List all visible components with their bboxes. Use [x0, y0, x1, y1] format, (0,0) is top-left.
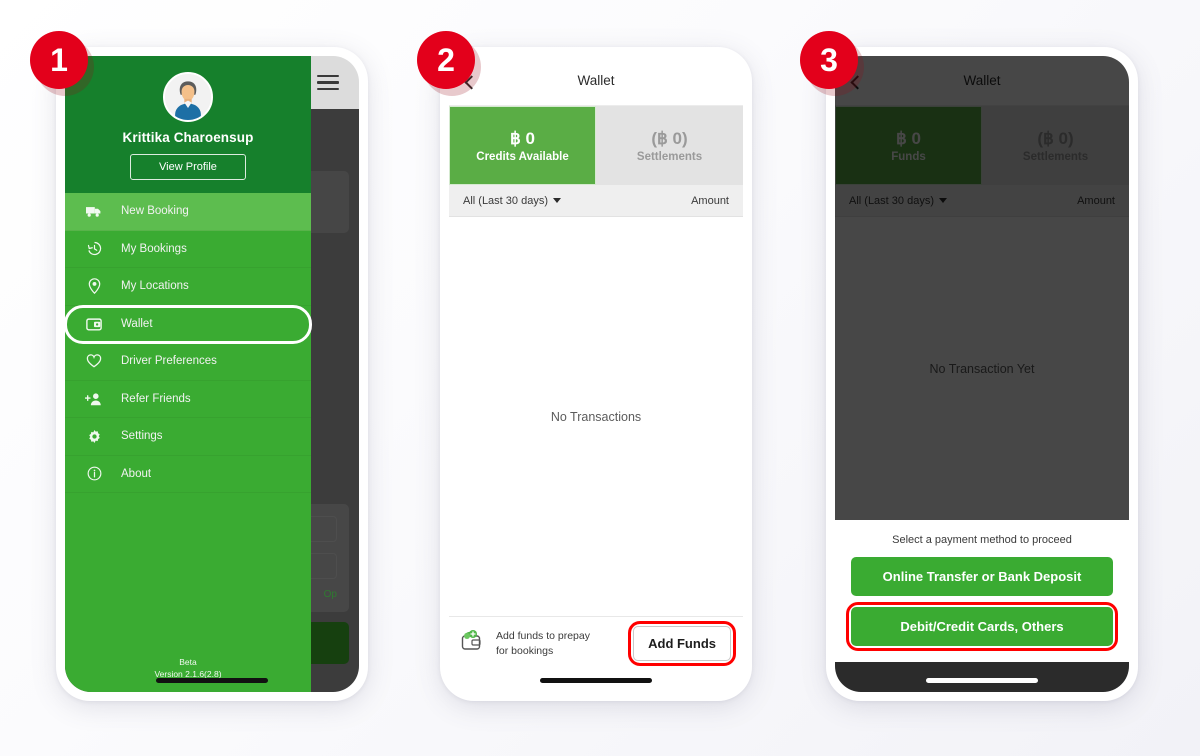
add-funds-line1: Add funds to prepay: [496, 630, 590, 643]
sidebar-item-label: Driver Preferences: [121, 355, 217, 368]
screenshot-stage: 🛒 hopper FR TO Op: [0, 0, 1200, 756]
wallet-icon: [83, 317, 105, 331]
wallet-navbar-2: Wallet: [449, 56, 743, 106]
payment-method-sheet: Select a payment method to proceed Onlin…: [835, 520, 1129, 662]
bottom-bezel: [835, 662, 1129, 692]
page-title: Wallet: [577, 73, 615, 88]
navigation-drawer: Krittika Charoensup View Profile New Boo…: [65, 56, 312, 692]
map-pin-icon: [83, 278, 105, 295]
info-icon: [83, 466, 105, 481]
wallet-plus-icon: [461, 630, 487, 657]
tab-label: Funds: [891, 150, 926, 163]
sidebar-item-settings[interactable]: Settings: [65, 418, 311, 456]
back-chevron-icon[interactable]: [850, 74, 865, 90]
view-profile-button[interactable]: View Profile: [130, 154, 246, 180]
sidebar-item-label: Refer Friends: [121, 392, 191, 405]
phone-screen-2: Wallet ฿ 0 Credits Available (฿ 0) Settl…: [449, 56, 743, 692]
filter-label: All (Last 30 days): [463, 194, 548, 207]
add-funds-line2: for bookings: [496, 644, 554, 657]
sidebar-item-label: Settings: [121, 430, 163, 443]
tab-amount: (฿ 0): [1037, 129, 1074, 149]
tab-credits-available[interactable]: ฿ 0 Credits Available: [449, 106, 596, 185]
heart-icon: [83, 354, 105, 368]
phone-mockup-2: Wallet ฿ 0 Credits Available (฿ 0) Settl…: [440, 47, 752, 701]
tab-amount: (฿ 0): [651, 129, 688, 149]
sidebar-item-about[interactable]: About: [65, 456, 311, 493]
filter-dropdown[interactable]: All (Last 30 days): [463, 195, 561, 207]
gear-icon: [83, 429, 105, 444]
transaction-filter-bar-3: All (Last 30 days) Amount: [835, 185, 1129, 217]
step-badge-3: 3: [800, 31, 858, 89]
debit-credit-highlight: Debit/Credit Cards, Others: [846, 602, 1118, 651]
step-badge-2: 2: [417, 31, 475, 89]
sidebar-item-label: New Booking: [121, 205, 189, 218]
tab-label: Credits Available: [476, 150, 569, 163]
chevron-down-icon: [552, 198, 561, 203]
phone-mockup-3: Wallet ฿ 0 Funds (฿ 0) Settlements All (…: [826, 47, 1138, 701]
drawer-header: Krittika Charoensup View Profile: [65, 56, 311, 193]
add-funds-bar: Add funds to prepay for bookings Add Fun…: [449, 616, 743, 670]
drawer-menu: New Booking My Bookings My Locations Wal…: [65, 193, 312, 657]
sidebar-item-driver-preferences[interactable]: Driver Preferences: [65, 343, 311, 381]
sidebar-item-wallet[interactable]: Wallet: [65, 304, 312, 344]
tab-settlements[interactable]: (฿ 0) Settlements: [982, 106, 1129, 185]
empty-state-text: No Transactions: [550, 409, 642, 424]
sidebar-item-refer-friends[interactable]: Refer Friends: [65, 381, 311, 418]
tab-amount: ฿ 0: [510, 129, 535, 149]
sidebar-item-my-locations[interactable]: My Locations: [65, 268, 311, 306]
amount-column-header: Amount: [691, 194, 729, 207]
drawer-footer: Beta Version 2.1.6(2.8): [65, 657, 311, 692]
truck-icon: [83, 205, 105, 218]
empty-state-text: No Transaction Yet: [929, 361, 1035, 376]
tab-settlements[interactable]: (฿ 0) Settlements: [596, 106, 743, 185]
sheet-title: Select a payment method to proceed: [892, 534, 1072, 546]
dimmed-wallet-content: Wallet ฿ 0 Funds (฿ 0) Settlements All (…: [835, 56, 1129, 520]
sidebar-item-my-bookings[interactable]: My Bookings: [65, 231, 311, 268]
filter-label: All (Last 30 days): [849, 194, 934, 207]
step-badge-1: 1: [30, 31, 88, 89]
sidebar-item-label: My Locations: [121, 280, 189, 293]
transaction-list-2: No Transactions: [449, 217, 743, 616]
tab-label: Settlements: [636, 150, 703, 163]
wallet-navbar-3: Wallet: [835, 56, 1129, 106]
home-indicator: [926, 678, 1038, 683]
home-indicator: [156, 678, 268, 683]
add-funds-button[interactable]: Add Funds: [633, 626, 731, 661]
amount-column-header: Amount: [1077, 194, 1115, 207]
wallet-screen-3: Wallet ฿ 0 Funds (฿ 0) Settlements All (…: [835, 56, 1129, 692]
debit-credit-cards-button[interactable]: Debit/Credit Cards, Others: [851, 607, 1113, 646]
phone-screen-1: 🛒 hopper FR TO Op: [65, 56, 359, 692]
home-indicator: [540, 678, 652, 683]
transaction-filter-bar-2: All (Last 30 days) Amount: [449, 185, 743, 217]
sidebar-item-label: About: [121, 467, 152, 480]
sidebar-item-new-booking[interactable]: New Booking: [65, 193, 311, 231]
filter-dropdown[interactable]: All (Last 30 days): [849, 195, 947, 207]
tab-label: Settlements: [1022, 150, 1089, 163]
sidebar-item-label: Wallet: [121, 317, 153, 330]
chevron-down-icon: [938, 198, 947, 203]
online-transfer-button[interactable]: Online Transfer or Bank Deposit: [851, 557, 1113, 596]
transaction-list-3: No Transaction Yet: [835, 217, 1129, 520]
tab-funds[interactable]: ฿ 0 Funds: [835, 106, 982, 185]
tab-amount: ฿ 0: [896, 129, 921, 149]
sidebar-item-label: My Bookings: [121, 242, 187, 255]
add-funds-description: Add funds to prepay for bookings: [496, 629, 633, 657]
wallet-screen-2: Wallet ฿ 0 Credits Available (฿ 0) Settl…: [449, 56, 743, 692]
hamburger-icon[interactable]: [317, 71, 339, 95]
drawer-user-name: Krittika Charoensup: [122, 130, 254, 145]
add-funds-highlight: Add Funds: [628, 621, 736, 666]
avatar: [163, 72, 213, 122]
add-person-icon: [83, 392, 105, 406]
phone-screen-3: Wallet ฿ 0 Funds (฿ 0) Settlements All (…: [835, 56, 1129, 692]
wallet-tabs-3: ฿ 0 Funds (฿ 0) Settlements: [835, 106, 1129, 185]
history-icon: [83, 241, 105, 256]
footer-beta-label: Beta: [179, 657, 197, 668]
wallet-tabs-2: ฿ 0 Credits Available (฿ 0) Settlements: [449, 106, 743, 185]
page-title: Wallet: [963, 73, 1001, 88]
phone-mockup-1: 🛒 hopper FR TO Op: [56, 47, 368, 701]
